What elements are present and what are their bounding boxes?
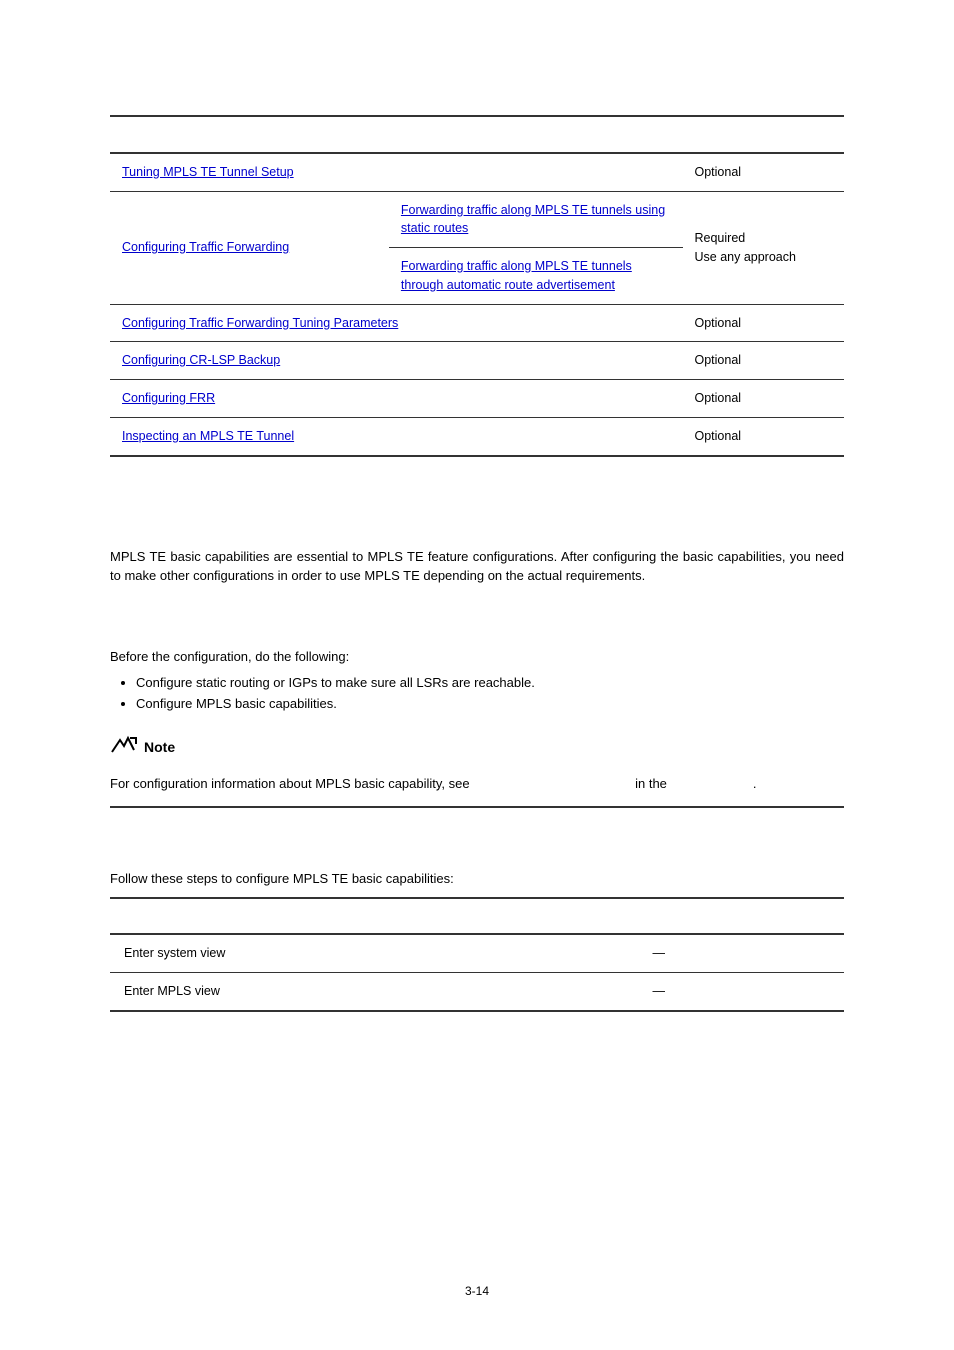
cell-remark: Optional bbox=[683, 342, 845, 380]
procedure-intro: Follow these steps to configure MPLS TE … bbox=[110, 869, 844, 889]
note-label: Note bbox=[144, 737, 175, 758]
table-row: Configuring Traffic Forwarding Forwardin… bbox=[110, 191, 844, 248]
cell-remark: Optional bbox=[683, 304, 845, 342]
intro-paragraph: MPLS TE basic capabilities are essential… bbox=[110, 547, 844, 586]
prereq-intro: Before the configuration, do the followi… bbox=[110, 647, 844, 667]
table-row: Inspecting an MPLS TE Tunnel Optional bbox=[110, 417, 844, 455]
cell-remark-approach: Use any approach bbox=[695, 248, 833, 267]
task-remarks-table: Task Remarks Tuning MPLS TE Tunnel Setup… bbox=[110, 115, 844, 457]
cell-cmd: mpls bbox=[418, 984, 444, 998]
cell-remark-required: Required bbox=[695, 229, 833, 248]
cell-todo: Enter MPLS view bbox=[110, 973, 404, 1011]
cell-todo: Enter system view bbox=[110, 934, 404, 972]
note-divider bbox=[110, 806, 844, 808]
prereq-list: Configure static routing or IGPs to make… bbox=[110, 673, 844, 714]
note-body: For configuration information about MPLS… bbox=[110, 774, 844, 794]
table-row: Configuring Traffic Forwarding Tuning Pa… bbox=[110, 304, 844, 342]
subsection-heading-procedure: Configuration Procedure bbox=[110, 832, 844, 858]
link-tuning-params[interactable]: Configuring Traffic Forwarding Tuning Pa… bbox=[122, 316, 398, 330]
steps-header-todo: To do… bbox=[110, 898, 404, 935]
steps-table: To do… Use the command… Remarks Enter sy… bbox=[110, 897, 844, 1012]
note-header: Note bbox=[110, 734, 844, 762]
link-crlsp-backup[interactable]: Configuring CR-LSP Backup bbox=[122, 353, 280, 367]
link-fwd-static[interactable]: Forwarding traffic along MPLS TE tunnels… bbox=[401, 203, 665, 236]
table-header-remarks: Remarks bbox=[683, 116, 845, 153]
cell-remark: Optional bbox=[683, 153, 845, 191]
section-heading-basic-capabilities: Configuring MPLS TE Basic Capabilities bbox=[110, 502, 844, 532]
link-configuring-traffic-forwarding[interactable]: Configuring Traffic Forwarding bbox=[122, 240, 289, 254]
link-frr[interactable]: Configuring FRR bbox=[122, 391, 215, 405]
cell-remark: Optional bbox=[683, 380, 845, 418]
cell-remark: — bbox=[638, 973, 844, 1011]
steps-header-remarks: Remarks bbox=[638, 898, 844, 935]
cell-cmd: system-view bbox=[418, 946, 487, 960]
table-row: Enter MPLS view mpls — bbox=[110, 973, 844, 1011]
note-icon bbox=[110, 734, 138, 762]
cell-remark: — bbox=[638, 934, 844, 972]
link-tuning-setup[interactable]: Tuning MPLS TE Tunnel Setup bbox=[122, 165, 294, 179]
link-inspect-tunnel[interactable]: Inspecting an MPLS TE Tunnel bbox=[122, 429, 294, 443]
table-row: Tuning MPLS TE Tunnel Setup Optional bbox=[110, 153, 844, 191]
link-fwd-auto[interactable]: Forwarding traffic along MPLS TE tunnels… bbox=[401, 259, 632, 292]
table-row: Configuring CR-LSP Backup Optional bbox=[110, 342, 844, 380]
page-number: 3-14 bbox=[0, 1282, 954, 1300]
steps-header-cmd: Use the command… bbox=[404, 898, 639, 935]
list-item: Configure MPLS basic capabilities. bbox=[136, 694, 844, 714]
table-header-task: Task bbox=[110, 116, 683, 153]
table-row: Enter system view system-view — bbox=[110, 934, 844, 972]
list-item: Configure static routing or IGPs to make… bbox=[136, 673, 844, 693]
subsection-heading-prerequisites: Configuration Prerequisites bbox=[110, 610, 844, 636]
table-row: Configuring FRR Optional bbox=[110, 380, 844, 418]
cell-remark: Optional bbox=[683, 417, 845, 455]
